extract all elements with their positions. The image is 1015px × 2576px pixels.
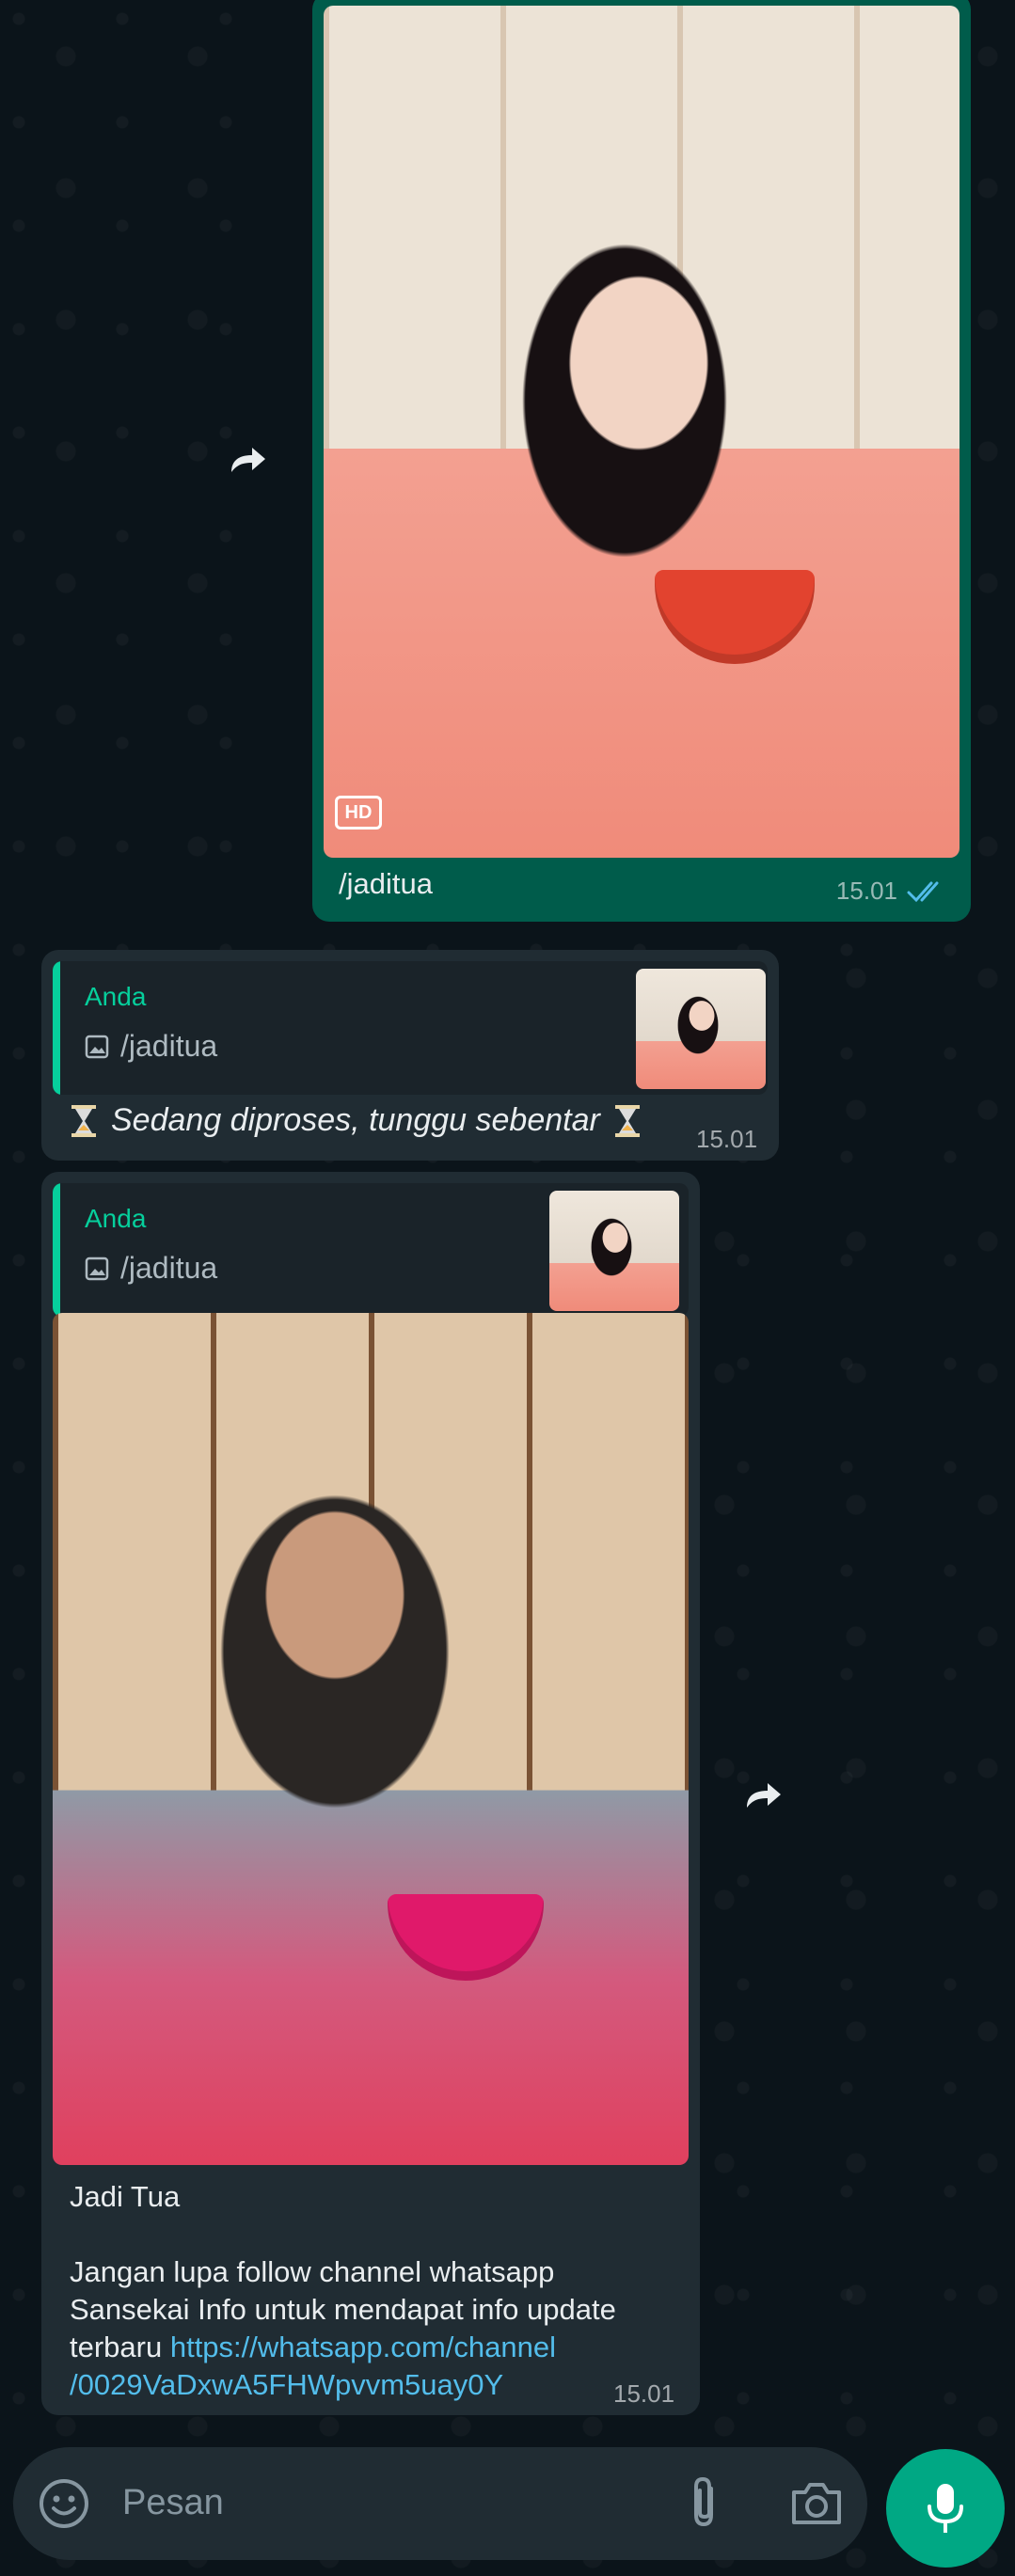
forward-button[interactable] bbox=[218, 431, 278, 491]
quote-author: Anda bbox=[85, 1204, 147, 1233]
voice-message-button[interactable] bbox=[886, 2449, 1005, 2568]
message-title: Jadi Tua bbox=[70, 2180, 181, 2213]
message-meta: 15.01 bbox=[836, 877, 948, 906]
quote-author: Anda bbox=[85, 982, 147, 1011]
quote-accent-bar bbox=[53, 961, 60, 1095]
hd-badge: HD bbox=[335, 796, 382, 830]
quoted-message[interactable]: Anda /jaditua bbox=[53, 961, 768, 1095]
forward-button[interactable] bbox=[734, 1766, 794, 1826]
status-text: Sedang diproses, tunggu sebentar bbox=[111, 1102, 600, 1138]
message-body: Jangan lupa follow channel whatsapp Sans… bbox=[70, 2253, 681, 2404]
quote-thumbnail bbox=[549, 1191, 679, 1311]
quote-content: /jaditua bbox=[85, 1251, 217, 1286]
camera-icon[interactable] bbox=[788, 2475, 845, 2532]
photo-bowl bbox=[388, 1894, 544, 1981]
status-text-row: Sedang diproses, tunggu sebentar bbox=[70, 1102, 642, 1139]
message-time: 15.01 bbox=[613, 2379, 675, 2408]
quote-text: /jaditua bbox=[120, 1251, 218, 1285]
hourglass-icon bbox=[614, 1104, 640, 1137]
incoming-status-message[interactable]: Anda /jaditua Sedang diproses, tunggu se… bbox=[41, 950, 779, 1161]
message-time: 15.01 bbox=[696, 1125, 758, 1153]
hourglass-icon bbox=[71, 1104, 96, 1137]
message-photo-young[interactable]: HD bbox=[324, 6, 959, 858]
forward-icon bbox=[231, 448, 265, 472]
photo-bowl bbox=[655, 570, 815, 664]
image-icon bbox=[85, 1035, 109, 1058]
quote-text: /jaditua bbox=[120, 1029, 218, 1063]
image-icon bbox=[85, 1256, 109, 1280]
quoted-message[interactable]: Anda /jaditua bbox=[53, 1183, 689, 1317]
paperclip-icon[interactable] bbox=[679, 2475, 732, 2532]
message-time: 15.01 bbox=[835, 877, 897, 905]
outgoing-image-message[interactable]: HD /jaditua 15.01 bbox=[312, 0, 971, 922]
quote-accent-bar bbox=[53, 1183, 60, 1317]
message-input[interactable]: Pesan bbox=[122, 2483, 224, 2523]
message-caption: /jaditua bbox=[339, 867, 433, 900]
quote-content: /jaditua bbox=[85, 1029, 217, 1064]
mic-icon bbox=[928, 2484, 963, 2533]
double-check-icon bbox=[907, 881, 939, 902]
message-photo-old[interactable] bbox=[53, 1313, 689, 2165]
forward-icon bbox=[747, 1783, 781, 1808]
message-input-bar[interactable]: Pesan bbox=[13, 2447, 867, 2560]
quote-thumbnail bbox=[636, 969, 766, 1089]
emoji-icon[interactable] bbox=[38, 2477, 90, 2530]
incoming-image-message[interactable]: Anda /jaditua Jadi Tua Jangan lupa follo… bbox=[41, 1172, 700, 2415]
